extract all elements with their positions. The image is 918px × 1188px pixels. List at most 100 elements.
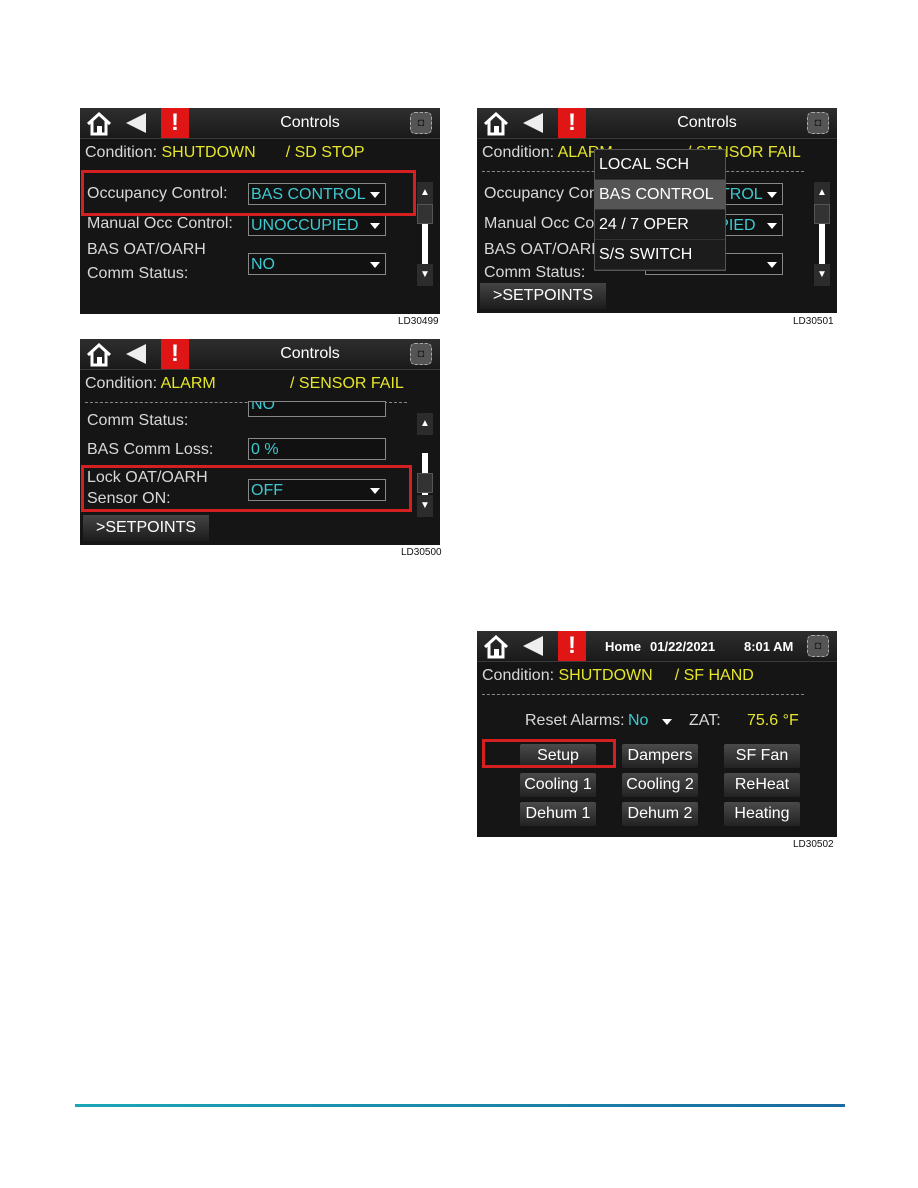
header-bar: ! Controls ◘ [477, 108, 837, 139]
scroll-up-icon[interactable]: ▲ [417, 182, 433, 204]
zat-label: ZAT: [689, 712, 721, 729]
reheat-button[interactable]: ReHeat [724, 773, 800, 797]
bas-comm-loss-label: BAS Comm Loss: [87, 441, 214, 458]
figure-caption: LD30501 [793, 316, 834, 327]
home-icon[interactable] [483, 112, 509, 136]
back-icon[interactable] [126, 344, 146, 364]
menu-item-24-7-oper[interactable]: 24 / 7 OPER [595, 210, 725, 240]
home-icon[interactable] [483, 635, 509, 659]
screen-title: Controls [280, 345, 340, 362]
screen-title: Controls [677, 114, 737, 131]
dropdown-value: NO [251, 256, 275, 273]
chevron-down-icon [767, 192, 777, 198]
manual-occ-dropdown[interactable]: UNOCCUPIED [248, 214, 386, 236]
condition-value: SHUTDOWN [558, 667, 653, 684]
alarm-icon[interactable]: ! [161, 108, 189, 138]
controls-screen-occupancy: ! Controls ◘ Condition: SHUTDOWN / SD STO… [80, 108, 440, 314]
scroll-thumb[interactable] [417, 204, 433, 224]
home-icon[interactable] [86, 343, 112, 367]
field-value: 0 % [251, 441, 279, 458]
manual-page: ! Controls ◘ Condition: SHUTDOWN / SD STO… [0, 0, 918, 1188]
header-bar: ! Home 01/22/2021 8:01 AM ◘ [477, 631, 837, 662]
scroll-down-icon[interactable]: ▼ [814, 264, 830, 286]
zat-value: 75.6 °F [747, 712, 799, 729]
chevron-down-icon[interactable] [662, 719, 672, 725]
scrollbar[interactable]: ▲ ▼ [814, 182, 830, 286]
camera-icon[interactable]: ◘ [807, 635, 829, 657]
bas-oat-label: BAS OAT/OARH [484, 241, 603, 258]
home-screen: ! Home 01/22/2021 8:01 AM ◘ Condition: S… [477, 631, 837, 837]
dropdown-value: NO [251, 401, 275, 413]
highlight-box [81, 465, 412, 512]
cooling-2-button[interactable]: Cooling 2 [622, 773, 698, 797]
bas-oat-label: BAS OAT/OARH [87, 241, 206, 258]
scroll-track[interactable] [819, 222, 825, 266]
controls-screen-lock-sensor: ! Controls ◘ Condition: ALARM / SENSOR FA… [80, 339, 440, 545]
figure-caption: LD30502 [793, 839, 834, 850]
home-icon[interactable] [86, 112, 112, 136]
setpoints-button[interactable]: >SETPOINTS [480, 283, 606, 309]
camera-icon[interactable]: ◘ [410, 343, 432, 365]
figure-caption: LD30499 [398, 316, 439, 327]
condition-label: Condition: [482, 144, 555, 161]
menu-item-ss-switch[interactable]: S/S SWITCH [595, 240, 725, 270]
figure-caption: LD30500 [401, 547, 442, 558]
scrollbar[interactable]: ▲ ▼ [417, 413, 433, 517]
back-icon[interactable] [523, 636, 543, 656]
chevron-down-icon [370, 223, 380, 229]
time: 8:01 AM [744, 639, 794, 654]
comm-status-label: Comm Status: [87, 412, 189, 429]
subcondition-value: / SENSOR FAIL [290, 375, 404, 392]
dampers-button[interactable]: Dampers [622, 744, 698, 768]
condition-label: Condition: [85, 375, 158, 392]
condition-row: Condition: SHUTDOWN / SD STOP [85, 144, 365, 162]
dehum-2-button[interactable]: Dehum 2 [622, 802, 698, 826]
condition-row: Condition: SHUTDOWN / SF HAND [482, 667, 754, 685]
scroll-up-icon[interactable]: ▲ [814, 182, 830, 204]
heating-button[interactable]: Heating [724, 802, 800, 826]
scroll-up-icon[interactable]: ▲ [417, 413, 433, 435]
comm-status-label: Comm Status: [87, 265, 189, 282]
chevron-down-icon [767, 262, 777, 268]
controls-screen-dropdown-open: ! Controls ◘ Condition: ALARM / SENSOR FA… [477, 108, 837, 313]
menu-item-local-sch[interactable]: LOCAL SCH [595, 150, 725, 180]
alarm-icon[interactable]: ! [161, 339, 189, 369]
camera-icon[interactable]: ◘ [807, 112, 829, 134]
date: 01/22/2021 [650, 639, 716, 654]
header-bar: ! Controls ◘ [80, 108, 440, 139]
menu-item-bas-control[interactable]: BAS CONTROL [595, 180, 725, 210]
condition-value: SHUTDOWN [161, 144, 256, 161]
comm-status-dropdown[interactable]: NO [248, 253, 386, 275]
setpoints-button[interactable]: >SETPOINTS [83, 515, 209, 541]
divider [482, 694, 804, 695]
comm-status-dropdown[interactable]: NO [248, 401, 386, 417]
dehum-1-button[interactable]: Dehum 1 [520, 802, 596, 826]
scroll-thumb[interactable] [814, 204, 830, 224]
camera-icon[interactable]: ◘ [410, 112, 432, 134]
sf-fan-button[interactable]: SF Fan [724, 744, 800, 768]
alarm-icon[interactable]: ! [558, 108, 586, 138]
screen-title: Home [605, 639, 642, 654]
back-icon[interactable] [523, 113, 543, 133]
screen-title: Controls [280, 114, 340, 131]
chevron-down-icon [370, 262, 380, 268]
cooling-1-button[interactable]: Cooling 1 [520, 773, 596, 797]
scroll-track[interactable] [422, 222, 428, 266]
subcondition-value: / SF HAND [674, 667, 754, 684]
reset-alarms-label: Reset Alarms: [525, 712, 625, 729]
footer-rule [75, 1104, 845, 1107]
bas-comm-loss-field: 0 % [248, 438, 386, 460]
subcondition-value: / SD STOP [285, 144, 365, 161]
dropdown-value: UNOCCUPIED [251, 217, 359, 234]
scroll-thumb[interactable] [417, 473, 433, 493]
manual-occ-label: Manual Occ Control: [87, 215, 233, 232]
highlight-box [81, 170, 416, 216]
scroll-down-icon[interactable]: ▼ [417, 264, 433, 286]
back-icon[interactable] [126, 113, 146, 133]
scroll-down-icon[interactable]: ▼ [417, 495, 433, 517]
reset-alarms-dropdown[interactable]: No [628, 711, 648, 731]
condition-row: Condition: ALARM / SENSOR FAIL [85, 375, 404, 393]
alarm-icon[interactable]: ! [558, 631, 586, 661]
occupancy-options-menu: LOCAL SCH BAS CONTROL 24 / 7 OPER S/S SW… [594, 149, 726, 271]
scrollbar[interactable]: ▲ ▼ [417, 182, 433, 286]
